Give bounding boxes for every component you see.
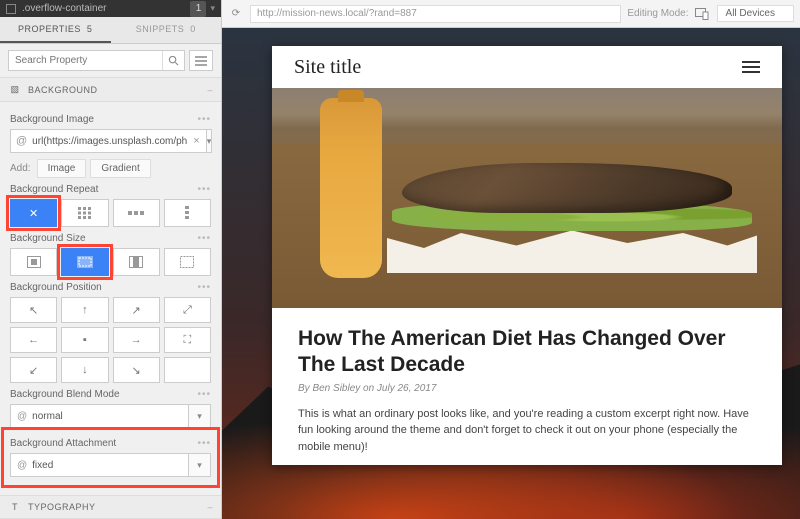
label-bg-blend: Background Blend Mode••• [10, 389, 211, 400]
pos-tc-button[interactable]: ↑ [61, 297, 108, 323]
pos-bl-button[interactable]: ↙ [10, 357, 57, 383]
label-bg-size: Background Size••• [10, 233, 211, 244]
page-preview: Site title How The American Diet Has Cha… [272, 46, 782, 465]
pos-mc-button[interactable]: ▪ [61, 327, 108, 353]
label-bg-repeat: Background Repeat••• [10, 184, 211, 195]
search-icon[interactable] [162, 51, 184, 70]
url-bar[interactable]: http://mission-news.local/?rand=887 [250, 5, 621, 23]
panel-tabs: PROPERTIES 5 SNIPPETS 0 [0, 17, 221, 44]
attachment-select[interactable]: @ fixed [10, 453, 189, 477]
search-input-group [8, 50, 185, 71]
label-bg-attachment: Background Attachment••• [10, 438, 211, 449]
pos-mr-button[interactable]: → [113, 327, 160, 353]
sidebar: .overflow-container 1 ▾ PROPERTIES 5 SNI… [0, 0, 222, 519]
section-background[interactable]: ▧ BACKGROUND – [0, 77, 221, 102]
at-icon: @ [17, 460, 27, 471]
site-header: Site title [272, 46, 782, 88]
blend-mode-select[interactable]: @ normal [10, 404, 189, 428]
at-icon: @ [17, 411, 27, 422]
selector-dropdown-icon[interactable]: ▾ [210, 3, 215, 14]
selector-name: .overflow-container [22, 3, 106, 14]
blend-dropdown[interactable]: ▾ [189, 404, 211, 428]
reload-icon[interactable]: ⟳ [228, 8, 244, 19]
bg-image-input[interactable]: @ url(https://images.unsplash.com/ph × [10, 129, 207, 153]
at-icon: @ [11, 135, 32, 147]
editing-mode-label: Editing Mode: [627, 8, 688, 19]
preview-canvas: Site title How The American Diet Has Cha… [222, 28, 800, 519]
more-dots-icon[interactable]: ••• [197, 184, 211, 195]
hamburger-icon[interactable] [742, 61, 760, 73]
clear-icon[interactable]: × [187, 135, 205, 147]
repeat-y-button[interactable] [164, 199, 211, 227]
section-typography[interactable]: T TYPOGRAPHY – [0, 495, 221, 519]
more-dots-icon[interactable]: ••• [197, 282, 211, 293]
pos-tl-button[interactable]: ↖ [10, 297, 57, 323]
pos-tr-button[interactable]: ↗ [113, 297, 160, 323]
site-title[interactable]: Site title [294, 56, 361, 79]
top-toolbar: ⟳ http://mission-news.local/?rand=887 Ed… [222, 0, 800, 28]
article-title[interactable]: How The American Diet Has Changed Over T… [298, 326, 756, 379]
chevron-down-icon: – [207, 502, 213, 512]
background-section-icon: ▧ [8, 84, 22, 95]
article-excerpt: This is what an ordinary post looks like… [298, 406, 756, 456]
repeat-x-button[interactable] [113, 199, 160, 227]
more-dots-icon[interactable]: ••• [197, 389, 211, 400]
more-dots-icon[interactable]: ••• [197, 438, 211, 449]
add-gradient-button[interactable]: Gradient [90, 159, 150, 178]
pos-ml-button[interactable]: ← [10, 327, 57, 353]
search-input[interactable] [9, 51, 162, 70]
article-byline: By Ben Sibley on July 26, 2017 [298, 383, 756, 394]
repeat-both-button[interactable] [61, 199, 108, 227]
devices-icon[interactable] [695, 8, 711, 20]
typography-section-icon: T [8, 502, 22, 512]
bg-image-dropdown[interactable]: ▾ [207, 129, 213, 153]
pos-fill-button[interactable]: ⛶ [164, 327, 211, 353]
label-bg-image: Background Image••• [10, 114, 211, 125]
selector-bar: .overflow-container 1 ▾ [0, 0, 221, 17]
tab-snippets[interactable]: SNIPPETS 0 [111, 17, 222, 43]
hero-image [272, 88, 782, 308]
add-label: Add: [10, 163, 31, 174]
selector-count[interactable]: 1 [190, 1, 206, 17]
pos-extra-button[interactable] [164, 357, 211, 383]
add-image-button[interactable]: Image [37, 159, 87, 178]
repeat-none-button[interactable]: ✕ [10, 199, 57, 227]
attachment-dropdown[interactable]: ▾ [189, 453, 211, 477]
devices-select[interactable]: All Devices [717, 5, 794, 22]
more-dots-icon[interactable]: ••• [197, 233, 211, 244]
pos-custom-button[interactable]: ⤢ [164, 297, 211, 323]
more-dots-icon[interactable]: ••• [197, 114, 211, 125]
article-body: How The American Diet Has Changed Over T… [272, 308, 782, 465]
pos-br-button[interactable]: ↘ [113, 357, 160, 383]
size-custom-button[interactable] [164, 248, 211, 276]
chevron-down-icon: – [207, 85, 213, 95]
pos-bc-button[interactable]: ↓ [61, 357, 108, 383]
size-auto-button[interactable] [10, 248, 57, 276]
size-contain-button[interactable] [113, 248, 160, 276]
crosshair-icon[interactable] [6, 4, 16, 14]
tab-properties[interactable]: PROPERTIES 5 [0, 17, 111, 43]
label-bg-position: Background Position••• [10, 282, 211, 293]
size-cover-button[interactable] [61, 248, 108, 276]
menu-button[interactable] [189, 50, 213, 71]
